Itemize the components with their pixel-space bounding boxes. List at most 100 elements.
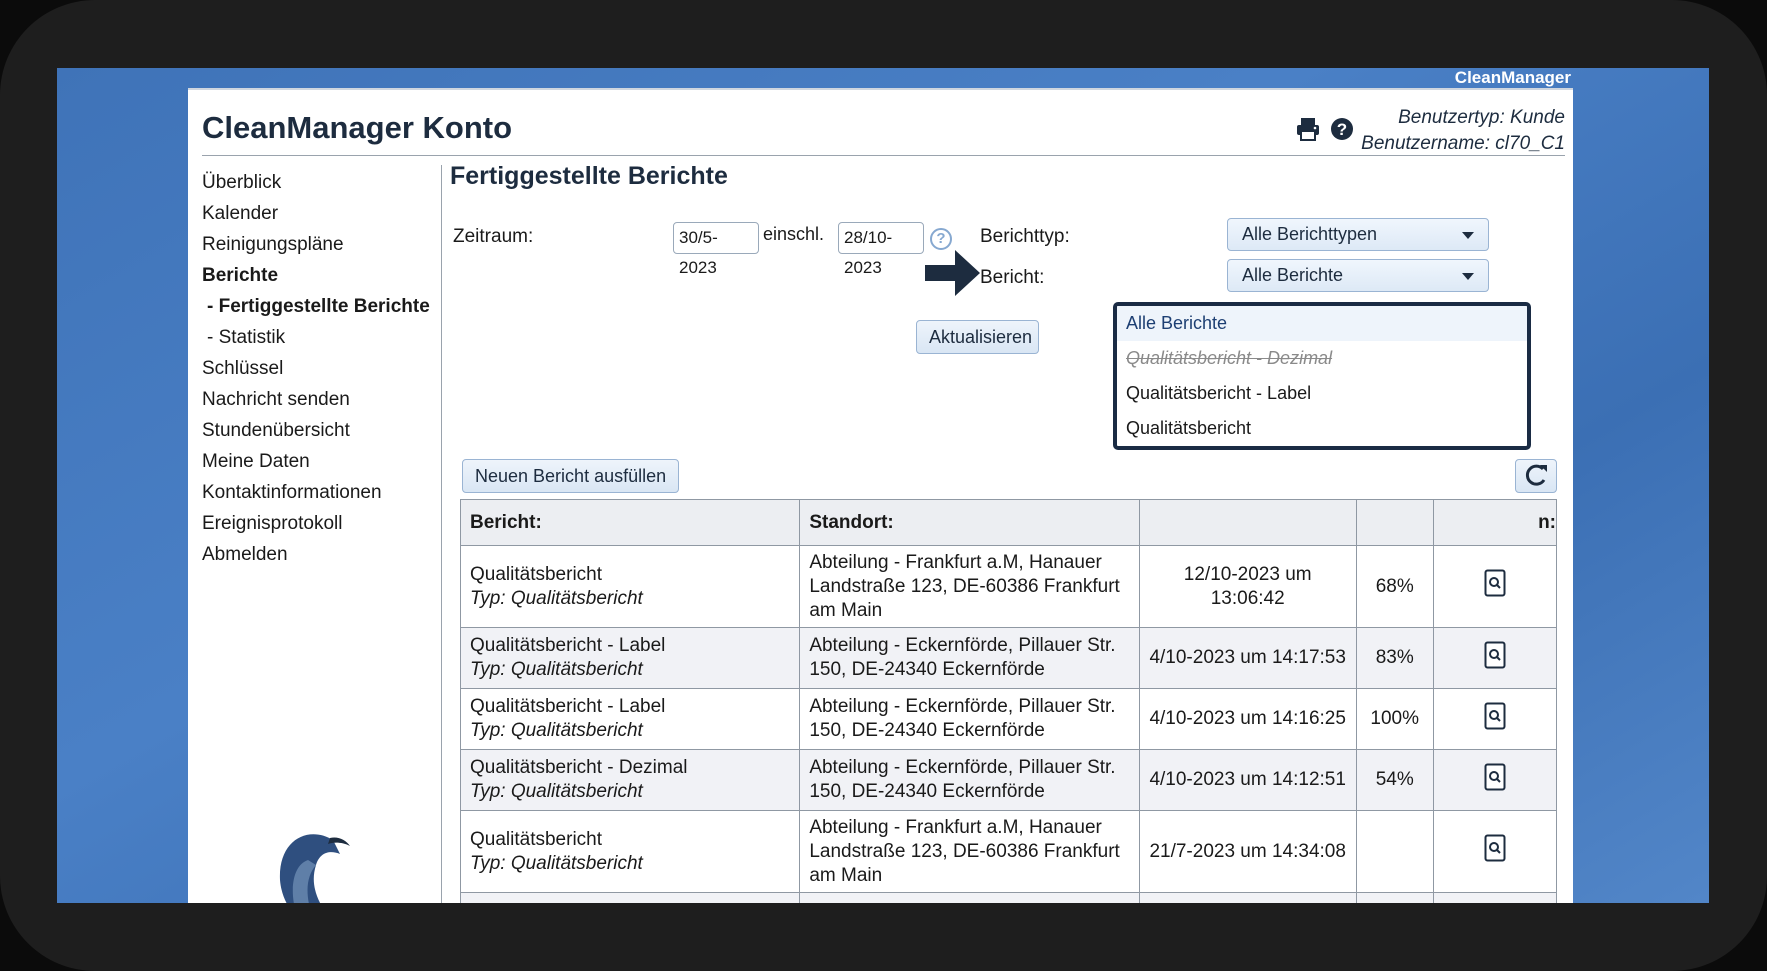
sidebar-item[interactable]: - Statistik (202, 322, 442, 353)
report-type: Typ: Qualitätsbericht (470, 659, 643, 680)
table-row[interactable]: Qualitätsbericht - Label Typ: Qualitätsbe… (459, 688, 1558, 750)
username: Benutzername: cl70_C1 (1361, 133, 1565, 154)
table-body: Qualitätsbericht Typ: Qualitätsbericht Abt… (459, 545, 1558, 903)
sidebar-item[interactable]: Reinigungspläne (202, 229, 442, 260)
date-from-input[interactable]: 30/5-2023 (673, 222, 759, 277)
sidebar-item[interactable]: Überblick (202, 167, 442, 198)
report-name: Qualitätsbericht - Label (470, 696, 666, 717)
inclusive-label: einschl. (763, 224, 825, 244)
sidebar-item[interactable]: - Fertiggestellte Berichte (202, 291, 442, 322)
table-row[interactable]: QualitätsberichtTyp: Qualitätsbericht Abt… (459, 545, 1558, 628)
score-cell: 68% (1355, 545, 1434, 628)
action-cell (1432, 892, 1558, 903)
location-cell: Abteilung - Frankfurt a.M, Hanauer Lands… (799, 892, 1140, 903)
sidebar-item[interactable]: Nachricht senden (202, 384, 442, 415)
table-row[interactable]: Qualitätsbericht - Dezimal Typ: Qualitäts… (459, 749, 1558, 811)
score-cell: 54% (1355, 749, 1434, 811)
view-report-icon[interactable] (1484, 763, 1506, 791)
report-type: Typ: Qualitätsbericht (470, 852, 643, 874)
date-cell: 14/7-2023 um 10:11:47 (1138, 892, 1357, 903)
date-cell: 4/10-2023 um 14:12:51 (1138, 749, 1357, 811)
reports-table: Bericht: Standort: n: Qualitätsbericht Typ:… (459, 499, 1558, 903)
score-cell: 100% (1355, 688, 1434, 750)
report-cell: QualitätsberichtTyp: Qualitätsbericht (459, 810, 801, 893)
arrow-right-icon (925, 250, 980, 296)
report-type-value: Alle Berichttypen (1242, 224, 1378, 244)
svg-text:?: ? (1337, 120, 1347, 139)
report-name: Qualitätsbericht (470, 563, 603, 585)
table-row[interactable]: Qualitätsbericht - Label Typ: Qualitätsbe… (459, 627, 1558, 689)
location-cell: Abteilung - Frankfurt a.M, Hanauer Lands… (799, 810, 1140, 893)
report-name: Qualitätsbericht - Dezimal (470, 757, 688, 778)
device-frame: CleanManager CleanManager Konto ? Benutz… (0, 0, 1767, 971)
page-title: CleanManager Konto (202, 110, 513, 145)
app-window: CleanManager Konto ? Benutzertyp: Kunde … (188, 88, 1573, 903)
action-cell (1432, 749, 1558, 811)
sidebar-item[interactable]: Kontaktinformationen (202, 477, 442, 508)
report-type: Typ: Qualitätsbericht (470, 587, 643, 609)
report-select-value: Alle Berichte (1242, 265, 1344, 285)
report-cell: Qualitätsbericht - Label Typ: Qualitätsbe… (459, 688, 801, 750)
report-type-label: Berichttyp: (980, 226, 1070, 247)
location-cell: Abteilung - Frankfurt a.M, Hanauer Lands… (799, 545, 1140, 628)
action-cell (1432, 545, 1558, 628)
table-row[interactable]: QualitätsberichtTyp: QualitätsberichtAbt… (459, 810, 1558, 893)
refresh-button[interactable] (1515, 459, 1557, 493)
date-to-input[interactable]: 28/10-2023 (838, 222, 924, 277)
dropdown-option[interactable]: Qualitätsbericht (1117, 411, 1527, 446)
report-label: Bericht: (980, 267, 1045, 288)
brand-label: CleanManager (1454, 68, 1571, 87)
sidebar-item[interactable]: Kalender (202, 198, 442, 229)
report-type-select[interactable]: Alle Berichttypen (1227, 218, 1489, 251)
date-cell: 12/10-2023 um 13:06:42 (1138, 545, 1357, 628)
report-name: Qualitätsbericht - Label (470, 635, 666, 656)
location-cell: Abteilung - Eckernförde, Pillauer Str. 1… (799, 688, 1140, 750)
window-header: CleanManager Konto ? Benutzertyp: Kunde … (202, 90, 1565, 156)
refresh-icon (1525, 464, 1547, 486)
sidebar-item[interactable]: Abmelden (202, 539, 442, 570)
sidebar-item[interactable]: Stundenübersicht (202, 415, 442, 446)
view-report-icon[interactable] (1484, 702, 1506, 730)
desktop-screen: CleanManager CleanManager Konto ? Benutz… (57, 68, 1709, 903)
sidebar-item[interactable]: Schlüssel (202, 353, 442, 384)
column-header: Standort: (799, 499, 1140, 546)
user-type: Benutzertyp: Kunde (1398, 107, 1565, 128)
help-icon[interactable]: ? (930, 228, 952, 250)
main-content: Fertiggestellte Berichte Zeitraum: 30/5-… (450, 162, 1561, 903)
sidebar-nav: Überblick Kalender Reinigungspläne Berichte… (202, 167, 442, 570)
action-cell (1432, 810, 1558, 893)
location-cell: Abteilung - Eckernförde, Pillauer Str. 1… (799, 627, 1140, 689)
table-header-row: Bericht: Standort: n: (459, 499, 1558, 546)
column-header: n: (1432, 499, 1558, 546)
action-cell (1432, 627, 1558, 689)
view-report-icon[interactable] (1484, 641, 1506, 669)
report-dropdown-list: Alle Berichte Qualitätsbericht - Dezimal Q… (1113, 302, 1531, 450)
view-report-icon[interactable] (1484, 569, 1506, 597)
report-cell: Qualitätsbericht - Dezimal Typ: Qualitäts… (459, 749, 801, 811)
chevron-down-icon (1462, 232, 1474, 239)
dropdown-option[interactable]: Alle Berichte (1117, 306, 1527, 341)
sidebar-item[interactable]: Meine Daten (202, 446, 442, 477)
dropdown-option[interactable]: Qualitätsbericht - Label (1117, 376, 1527, 411)
dropdown-option: Qualitätsbericht - Dezimal (1126, 348, 1333, 368)
update-button[interactable]: Aktualisieren (916, 320, 1039, 354)
sidebar-divider (441, 165, 442, 903)
date-cell: 21/7-2023 um 14:34:08 (1138, 810, 1357, 893)
date-cell: 4/10-2023 um 14:17:53 (1138, 627, 1357, 689)
sidebar-item[interactable]: Ereignisprotokoll (202, 508, 442, 539)
new-report-button[interactable]: Neuen Bericht ausfüllen (462, 459, 680, 493)
report-select[interactable]: Alle Berichte (1227, 259, 1489, 292)
view-report-icon[interactable] (1484, 834, 1506, 862)
sidebar-item[interactable]: Berichte (202, 260, 442, 291)
question-circle-icon[interactable]: ? (1329, 116, 1355, 142)
column-header (1355, 499, 1434, 546)
header-icons: ? (1295, 116, 1355, 142)
printer-icon[interactable] (1295, 116, 1321, 142)
column-header: Bericht: (459, 499, 801, 546)
score-cell (1355, 810, 1434, 893)
score-cell: 50% (1355, 892, 1434, 903)
table-row[interactable]: QualitätsberichtTyp: QualitätsberichtAbt… (459, 892, 1558, 903)
report-cell: QualitätsberichtTyp: Qualitätsbericht (459, 892, 801, 903)
section-title: Fertiggestellte Berichte (450, 162, 728, 190)
company-logo (238, 810, 388, 903)
